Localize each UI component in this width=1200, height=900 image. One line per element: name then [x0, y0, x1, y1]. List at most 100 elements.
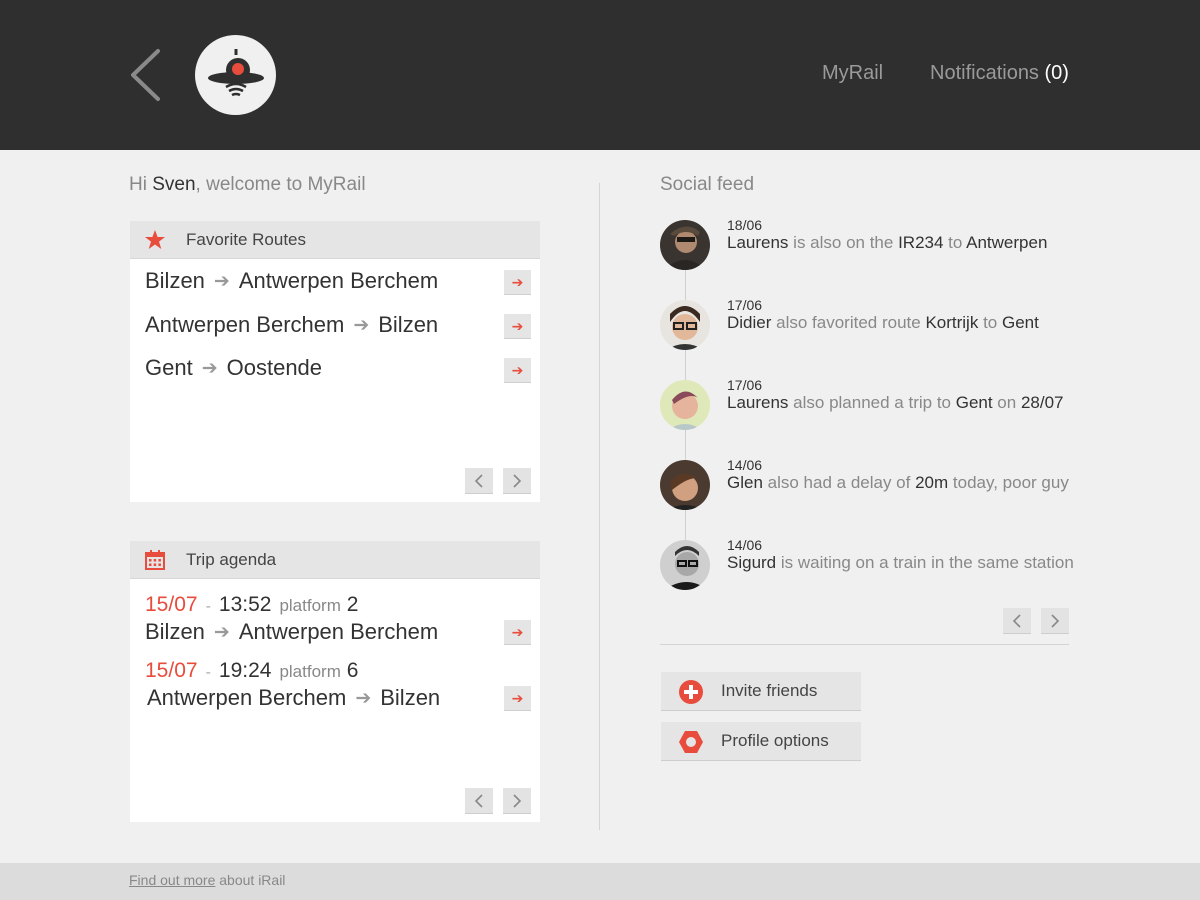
platform-label: platform: [279, 596, 341, 615]
route-to: Antwerpen Berchem: [238, 268, 439, 293]
route-from: Gent: [145, 355, 193, 380]
social-feed-title: Social feed: [660, 174, 755, 195]
avatar[interactable]: [660, 300, 710, 350]
page-footer: Find out more about iRail: [0, 863, 1200, 900]
next-page-button[interactable]: [503, 788, 531, 814]
previous-page-button[interactable]: [465, 468, 493, 494]
feed-date: 14/06: [727, 457, 763, 473]
app-header: MyRail Notifications (0): [0, 0, 1200, 150]
route-from: Bilzen: [145, 619, 205, 644]
open-route-button[interactable]: ➔: [504, 314, 531, 339]
feed-item[interactable]: 17/06 Laurens also planned a trip to Gen…: [660, 377, 1100, 432]
feed-item[interactable]: 14/06 Sigurd is waiting on a train in th…: [660, 537, 1100, 592]
route-to: Bilzen: [380, 685, 441, 710]
feed-connector: also had a delay of: [762, 473, 916, 492]
feed-connector: to: [978, 313, 1002, 332]
arrow-right-icon: ➔: [511, 318, 524, 334]
feed-next-button[interactable]: [1041, 608, 1069, 634]
arrow-right-icon: ➔: [355, 688, 372, 709]
trip-schedule: 15/07-13:52 platform 2: [145, 593, 358, 617]
irail-logo-icon: [208, 49, 264, 97]
trip-agenda-title: Trip agenda: [186, 550, 277, 569]
feed-item[interactable]: 18/06 Laurens is also on the IR234 to An…: [660, 217, 1100, 272]
trip-date: 15/07: [145, 593, 198, 616]
feed-connector: is also on the: [788, 233, 899, 252]
trip-time: 19:24: [218, 659, 272, 682]
arrow-right-icon: ➔: [511, 624, 524, 640]
trip-schedule: 15/07-19:24 platform 6: [145, 659, 358, 683]
profile-options-label: Profile options: [721, 731, 829, 750]
user-name: Sven: [152, 174, 196, 195]
open-trip-button[interactable]: ➔: [504, 686, 531, 711]
arrow-right-icon: ➔: [353, 315, 370, 336]
chevron-right-icon: [513, 794, 522, 808]
star-icon: [145, 230, 165, 249]
greeting-prefix: Hi: [129, 174, 153, 195]
nav-myrail-link[interactable]: MyRail: [822, 62, 883, 85]
previous-page-button[interactable]: [465, 788, 493, 814]
feed-date: 18/06: [727, 217, 763, 233]
logo[interactable]: [195, 35, 276, 115]
platform-number: 2: [346, 593, 359, 616]
avatar[interactable]: [660, 540, 710, 590]
favorite-route[interactable]: Bilzen ➔ Antwerpen Berchem: [145, 268, 438, 298]
arrow-right-icon: ➔: [511, 274, 524, 290]
feed-text: Sigurd is waiting on a train in the same…: [727, 553, 1074, 573]
arrow-right-icon: ➔: [511, 362, 524, 378]
open-trip-button[interactable]: ➔: [504, 620, 531, 645]
trip-route[interactable]: Antwerpen Berchem ➔ Bilzen: [147, 685, 440, 715]
favorite-route[interactable]: Antwerpen Berchem ➔ Bilzen: [145, 312, 438, 342]
feed-item[interactable]: 17/06 Didier also favorited route Kortri…: [660, 297, 1100, 352]
route-to: Oostende: [226, 355, 323, 380]
feed-connector: also planned a trip to: [788, 393, 956, 412]
footer-suffix: about iRail: [215, 872, 286, 888]
hexagon-icon: [679, 731, 703, 753]
feed-connector: is waiting on a train in the same statio…: [776, 553, 1074, 572]
chevron-right-icon: [513, 474, 522, 488]
platform-label: platform: [279, 662, 341, 681]
feed-previous-button[interactable]: [1003, 608, 1031, 634]
next-page-button[interactable]: [503, 468, 531, 494]
welcome-greeting: Hi Sven, welcome to MyRail: [129, 174, 366, 196]
back-button[interactable]: [124, 45, 168, 105]
feed-highlight: Laurens: [727, 393, 789, 412]
feed-highlight: Antwerpen: [966, 233, 1048, 252]
trip-route[interactable]: Bilzen ➔ Antwerpen Berchem: [145, 619, 438, 649]
profile-options-button[interactable]: Profile options: [661, 722, 861, 761]
arrow-right-icon: ➔: [201, 358, 218, 379]
trip-agenda-header: Trip agenda: [130, 541, 540, 579]
avatar[interactable]: [660, 220, 710, 270]
favorite-route[interactable]: Gent ➔ Oostende: [145, 355, 322, 385]
feed-highlight: IR234: [898, 233, 944, 252]
feed-text: Laurens is also on the IR234 to Antwerpe…: [727, 233, 1047, 253]
route-to: Antwerpen Berchem: [238, 619, 439, 644]
feed-date: 14/06: [727, 537, 763, 553]
chevron-left-icon: [131, 49, 160, 101]
trip-agenda-panel: Trip agenda 15/07-13:52 platform 2 Bilzen…: [130, 541, 540, 822]
feed-item[interactable]: 14/06 Glen also had a delay of 20m today…: [660, 457, 1100, 512]
greeting-suffix: , welcome to MyRail: [195, 174, 366, 195]
feed-highlight: Gent: [955, 393, 993, 412]
open-route-button[interactable]: ➔: [504, 358, 531, 383]
feed-text: Didier also favorited route Kortrijk to …: [727, 313, 1039, 333]
invite-friends-button[interactable]: Invite friends: [661, 672, 861, 711]
feed-highlight: Kortrijk: [925, 313, 979, 332]
calendar-icon: [145, 550, 165, 570]
plus-circle-icon: [679, 680, 703, 704]
invite-friends-label: Invite friends: [721, 681, 818, 700]
feed-highlight: Sigurd: [727, 553, 777, 572]
route-from: Antwerpen Berchem: [147, 685, 347, 710]
open-route-button[interactable]: ➔: [504, 270, 531, 295]
arrow-right-icon: ➔: [213, 271, 230, 292]
notifications-label: Notifications: [930, 62, 1039, 84]
nav-notifications-link[interactable]: Notifications (0): [930, 62, 1069, 85]
favorite-routes-panel: Favorite Routes Bilzen ➔ Antwerpen Berchem…: [130, 221, 540, 502]
favorite-routes-header: Favorite Routes: [130, 221, 540, 259]
avatar[interactable]: [660, 460, 710, 510]
feed-text: Laurens also planned a trip to Gent on 2…: [727, 393, 1063, 413]
find-out-more-link[interactable]: Find out more: [129, 872, 215, 888]
feed-text: Glen also had a delay of 20m today, poor…: [727, 473, 1069, 493]
feed-connector: to: [943, 233, 967, 252]
chevron-left-icon: [474, 474, 483, 488]
avatar[interactable]: [660, 380, 710, 430]
